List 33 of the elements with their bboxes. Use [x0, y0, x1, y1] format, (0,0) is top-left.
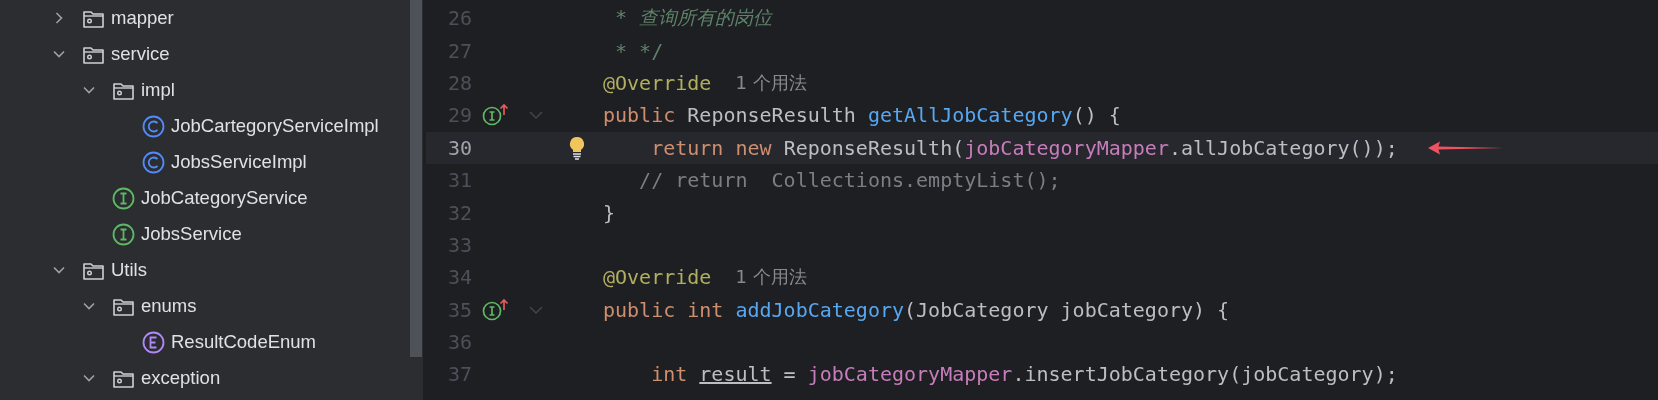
tree-item[interactable]: JobCategoryService: [82, 180, 410, 216]
tree-item[interactable]: JobsService: [82, 216, 410, 252]
class-icon: [142, 114, 165, 138]
tree-item[interactable]: ResultCodeEnum: [112, 324, 410, 360]
scrollbar-thumb[interactable]: [410, 0, 422, 357]
code-line: public int addJobCategory(JobCategory jobCategory) {: [603, 297, 1230, 322]
interface-icon: [112, 186, 135, 210]
code-line: public ReponseResulth getAllJobCategory() {: [603, 103, 1121, 128]
code-line: @Override: [603, 70, 712, 95]
tree-item[interactable]: exception: [82, 360, 410, 396]
usage-hint[interactable]: 1 个用法: [735, 265, 807, 290]
tree-item[interactable]: mapper: [52, 0, 410, 36]
code-line: * */: [614, 38, 664, 63]
tree-item[interactable]: enums: [82, 288, 410, 324]
tree-item[interactable]: JobCartegoryServiceImpl: [112, 108, 410, 144]
code-line: @Override: [603, 265, 712, 290]
usage-hint[interactable]: 1 个用法: [735, 70, 807, 95]
tree-item[interactable]: service: [52, 36, 410, 72]
implements-icon[interactable]: [482, 297, 510, 322]
tree-item[interactable]: JobsServiceImpl: [112, 144, 410, 180]
class-icon: [142, 150, 165, 174]
enum-icon: [142, 330, 165, 354]
lightbulb-icon[interactable]: [568, 135, 586, 160]
implements-icon[interactable]: [482, 103, 510, 128]
code-line: // return Collections.emptyList();: [638, 168, 1061, 193]
line-number: 30: [446, 135, 472, 160]
code-line: }: [603, 200, 616, 225]
tree-item[interactable]: impl: [82, 72, 410, 108]
tree-item[interactable]: Utils: [52, 252, 410, 288]
interface-icon: [112, 222, 135, 246]
code-line: * 查询所有的岗位: [614, 5, 773, 32]
code-line: int result = jobCategoryMapper.insertJobCategory(jobCategory);: [650, 362, 1398, 387]
code-line: return new ReponseResulth(jobCategoryMapper.allJobCategory());: [650, 135, 1398, 160]
